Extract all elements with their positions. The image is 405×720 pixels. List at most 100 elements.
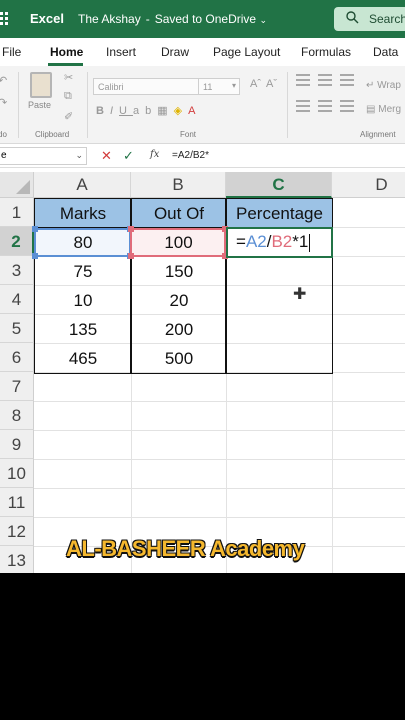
formula-input[interactable]: =A2/B2* [172, 150, 209, 161]
borders-icon[interactable]: ▦ [157, 105, 173, 117]
document-title[interactable]: The Akshay - Saved to OneDrive ⌄ [78, 12, 267, 26]
tab-formulas[interactable]: Formulas [301, 45, 351, 59]
cell-b2[interactable]: 100 [131, 228, 226, 257]
title-bar: Excel The Akshay - Saved to OneDrive ⌄ Sea… [0, 0, 405, 38]
tab-file[interactable]: File [2, 45, 21, 59]
select-all-corner[interactable] [0, 172, 34, 198]
gridline [34, 430, 405, 431]
ribbon-separator [87, 72, 88, 138]
clipboard-group-label: Clipboard [35, 130, 70, 139]
redo-icon[interactable]: ↷ [0, 96, 7, 109]
row-header-1[interactable]: 1 [0, 198, 34, 227]
decrease-font-icon[interactable]: Aˇ [266, 78, 277, 90]
merge-label: Merg [378, 104, 402, 115]
row-header-9[interactable]: 9 [0, 430, 34, 459]
formula-bar: e ⌄ ✕ ✓ fx =A2/B2* [0, 144, 405, 168]
undo-group-label: do [0, 130, 7, 139]
gridline [34, 488, 405, 489]
align-middle-icon[interactable] [318, 74, 332, 89]
row-header-7[interactable]: 7 [0, 372, 34, 401]
column-header-c[interactable]: C [226, 172, 332, 198]
font-format-row: BIUab▦◈A [96, 104, 201, 117]
active-cell-c2[interactable]: =A2/B2*1 [226, 227, 333, 258]
font-name-value: Calibri [98, 82, 124, 92]
font-size-select[interactable]: 11 ▾ [198, 78, 240, 95]
copy-icon[interactable]: ⧉ [64, 90, 72, 103]
save-status: Saved to OneDrive [154, 12, 257, 26]
bold-icon[interactable]: B [96, 105, 110, 117]
formula-rest: *1 [292, 232, 309, 251]
formula-eq: = [236, 232, 246, 251]
column-header-a[interactable]: A [34, 172, 131, 198]
row-header-11[interactable]: 11 [0, 488, 34, 517]
row-header-4[interactable]: 4 [0, 285, 34, 314]
fill-color-icon[interactable]: ◈ [174, 105, 188, 117]
tab-insert[interactable]: Insert [106, 45, 136, 59]
worksheet-grid[interactable]: A B C D 1 2 3 4 5 6 7 8 9 10 11 12 13 Ma… [0, 172, 405, 573]
column-header-d[interactable]: D [332, 172, 405, 198]
strikethrough-icon[interactable]: ab [133, 105, 157, 117]
underline-icon[interactable]: U [119, 105, 133, 117]
cancel-icon[interactable]: ✕ [101, 148, 112, 164]
watermark-text: AL-BASHEER Academy [66, 536, 305, 561]
row-header-6[interactable]: 6 [0, 343, 34, 372]
ribbon-tabs: File Home Insert Draw Page Layout Formul… [0, 38, 405, 66]
row-header-8[interactable]: 8 [0, 401, 34, 430]
table-border [225, 198, 227, 374]
row-header-2[interactable]: 2 [0, 227, 34, 256]
italic-icon[interactable]: I [110, 105, 119, 117]
formula-ref-b2: B2 [271, 232, 293, 251]
font-size-value: 11 [203, 82, 213, 92]
align-bottom-icon[interactable] [340, 74, 354, 89]
document-name: The Akshay [78, 12, 141, 26]
tab-home[interactable]: Home [50, 45, 83, 59]
table-border [130, 198, 132, 374]
chevron-down-icon: ▾ [231, 81, 236, 90]
enter-icon[interactable]: ✓ [123, 148, 134, 164]
align-top-icon[interactable] [296, 74, 310, 89]
gridline [34, 401, 405, 402]
gridline [34, 517, 405, 518]
row-header-5[interactable]: 5 [0, 314, 34, 343]
font-group-label: Font [180, 130, 197, 139]
row-header-3[interactable]: 3 [0, 256, 34, 285]
ribbon-separator [18, 72, 19, 138]
format-painter-icon[interactable]: ✐ [64, 110, 73, 123]
align-center-icon[interactable] [318, 100, 332, 115]
tab-draw[interactable]: Draw [161, 45, 189, 59]
increase-font-icon[interactable]: Aˆ [250, 78, 261, 90]
paste-button-label: Paste [28, 100, 52, 110]
gridline [34, 459, 405, 460]
cut-icon[interactable]: ✂ [64, 71, 73, 84]
app-name: Excel [30, 11, 64, 26]
wrap-text-button[interactable]: ↵ Wrap [366, 80, 401, 91]
name-box[interactable]: e ⌄ [0, 147, 87, 165]
tab-data[interactable]: Data [373, 45, 398, 59]
formula-ref-a2: A2 [245, 232, 267, 251]
chevron-down-icon: ⌄ [75, 150, 83, 160]
undo-icon[interactable]: ↶ [0, 74, 7, 87]
name-box-value: e [1, 150, 7, 161]
tab-page-layout[interactable]: Page Layout [213, 45, 280, 59]
align-left-icon[interactable] [296, 100, 310, 115]
paste-icon[interactable] [30, 72, 52, 98]
search-icon [346, 11, 359, 27]
table-outline [34, 198, 333, 374]
search-box[interactable]: Search [334, 7, 405, 31]
cell-a2[interactable]: 80 [35, 228, 131, 257]
row-header-13[interactable]: 13 [0, 546, 34, 573]
alignment-group-label: Alignment [360, 130, 396, 139]
search-label: Search [369, 12, 405, 26]
row-header-12[interactable]: 12 [0, 517, 34, 546]
column-header-b[interactable]: B [131, 172, 226, 198]
font-color-icon[interactable]: A [188, 105, 201, 117]
ribbon: ↶ ↷ do Paste ✂ ⧉ ✐ Clipboard Calibri 11 … [0, 66, 405, 144]
merge-button[interactable]: ▤ Merg [366, 104, 401, 115]
ribbon-separator [287, 72, 288, 138]
align-right-icon[interactable] [340, 100, 354, 115]
app-launcher-icon[interactable] [0, 12, 12, 26]
wrap-text-label: Wrap [377, 80, 401, 91]
insert-function-icon[interactable]: fx [150, 149, 159, 160]
chevron-down-icon: ⌄ [259, 15, 267, 25]
row-header-10[interactable]: 10 [0, 459, 34, 488]
